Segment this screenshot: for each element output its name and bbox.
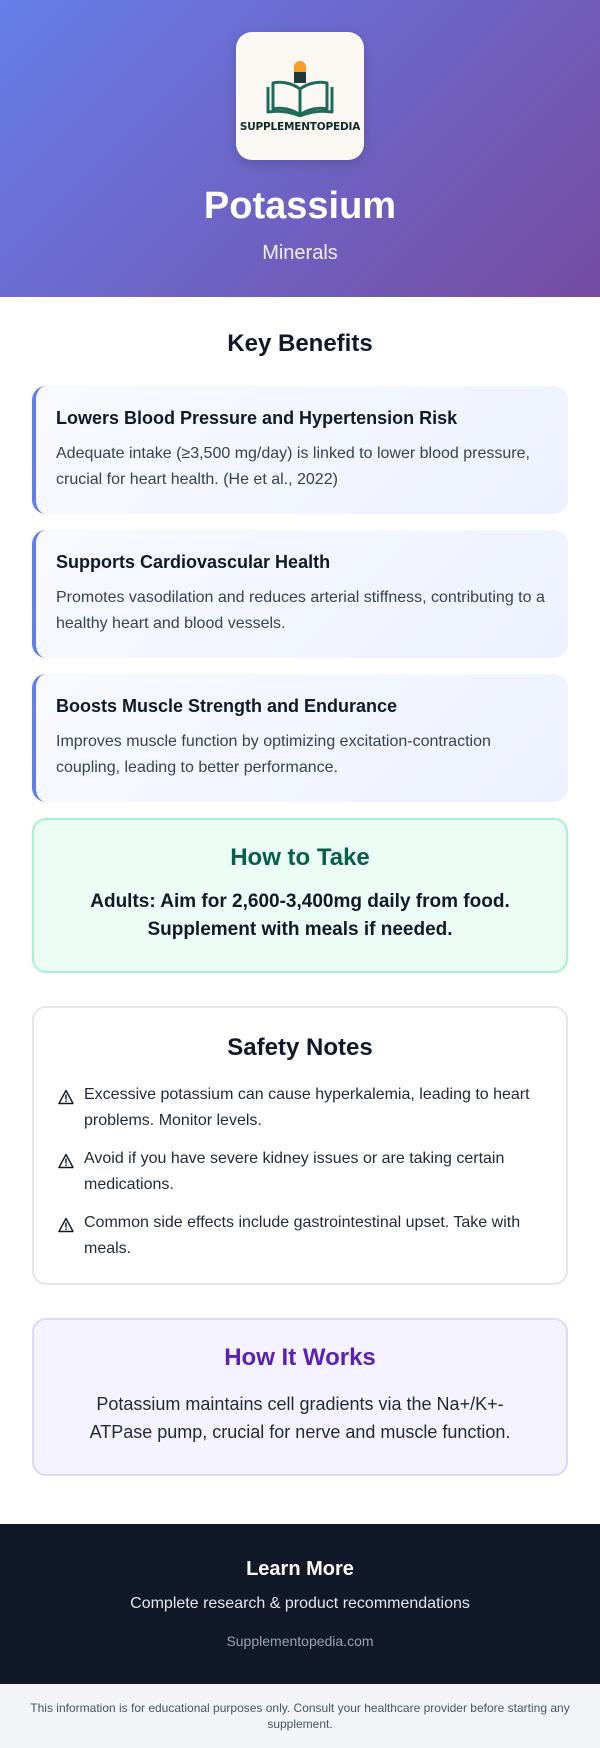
safety-note-text: Common side effects include gastrointest… — [84, 1214, 521, 1257]
hero-header: SUPPLEMENTOPEDIA Potassium Minerals — [0, 0, 600, 297]
safety-note: Avoid if you have severe kidney issues o… — [58, 1146, 542, 1198]
page: SUPPLEMENTOPEDIA Potassium Minerals Key … — [0, 0, 600, 1748]
safety-notes-card: Safety Notes Excessive potassium can cau… — [32, 1006, 568, 1285]
benefit-card: Lowers Blood Pressure and Hypertension R… — [32, 386, 568, 514]
logo[interactable]: SUPPLEMENTOPEDIA — [236, 32, 364, 160]
benefit-title: Lowers Blood Pressure and Hypertension R… — [56, 408, 458, 428]
how-to-take-card: How to Take Adults: Aim for 2,600-3,400m… — [32, 818, 568, 973]
safety-note-text: Avoid if you have severe kidney issues o… — [84, 1150, 505, 1193]
warning-icon — [58, 1153, 74, 1169]
learn-more-text: Complete research & product recommendati… — [130, 1595, 470, 1612]
category-label: Minerals — [262, 241, 338, 264]
benefits-heading: Key Benefits — [227, 330, 373, 357]
safety-heading: Safety Notes — [227, 1034, 373, 1061]
benefit-card: Boosts Muscle Strength and Endurance Imp… — [32, 674, 568, 802]
how-to-take-text: Adults: Aim for 2,600-3,400mg daily from… — [90, 891, 510, 940]
benefit-title: Supports Cardiovascular Health — [56, 552, 331, 572]
benefit-title: Boosts Muscle Strength and Endurance — [56, 696, 398, 716]
warning-icon — [58, 1089, 74, 1105]
benefit-card: Supports Cardiovascular Health Promotes … — [32, 530, 568, 658]
learn-more-footer: Learn More Complete research & product r… — [0, 1524, 600, 1684]
benefit-text: Adequate intake (≥3,500 mg/day) is linke… — [56, 445, 530, 488]
how-to-take-heading: How to Take — [230, 844, 370, 871]
benefit-text: Promotes vasodilation and reduces arteri… — [56, 589, 545, 632]
how-it-works-text: Potassium maintains cell gradients via t… — [89, 1394, 511, 1442]
how-it-works-card: How It Works Potassium maintains cell gr… — [32, 1318, 568, 1476]
safety-note-text: Excessive potassium can cause hyperkalem… — [84, 1086, 530, 1129]
book-capsule-icon — [266, 61, 334, 117]
safety-note: Common side effects include gastrointest… — [58, 1210, 542, 1262]
logo-text: SUPPLEMENTOPEDIA — [239, 121, 361, 133]
benefit-text: Improves muscle function by optimizing e… — [56, 733, 491, 776]
how-it-works-heading: How It Works — [224, 1344, 376, 1371]
warning-icon — [58, 1217, 74, 1233]
safety-note: Excessive potassium can cause hyperkalem… — [58, 1082, 542, 1134]
learn-more-heading: Learn More — [246, 1558, 354, 1580]
disclaimer: This information is for educational purp… — [0, 1684, 600, 1748]
main-content: Key Benefits Lowers Blood Pressure and H… — [0, 330, 600, 1476]
page-title: Potassium — [203, 185, 397, 227]
website-link[interactable]: Supplementopedia.com — [226, 1633, 373, 1649]
